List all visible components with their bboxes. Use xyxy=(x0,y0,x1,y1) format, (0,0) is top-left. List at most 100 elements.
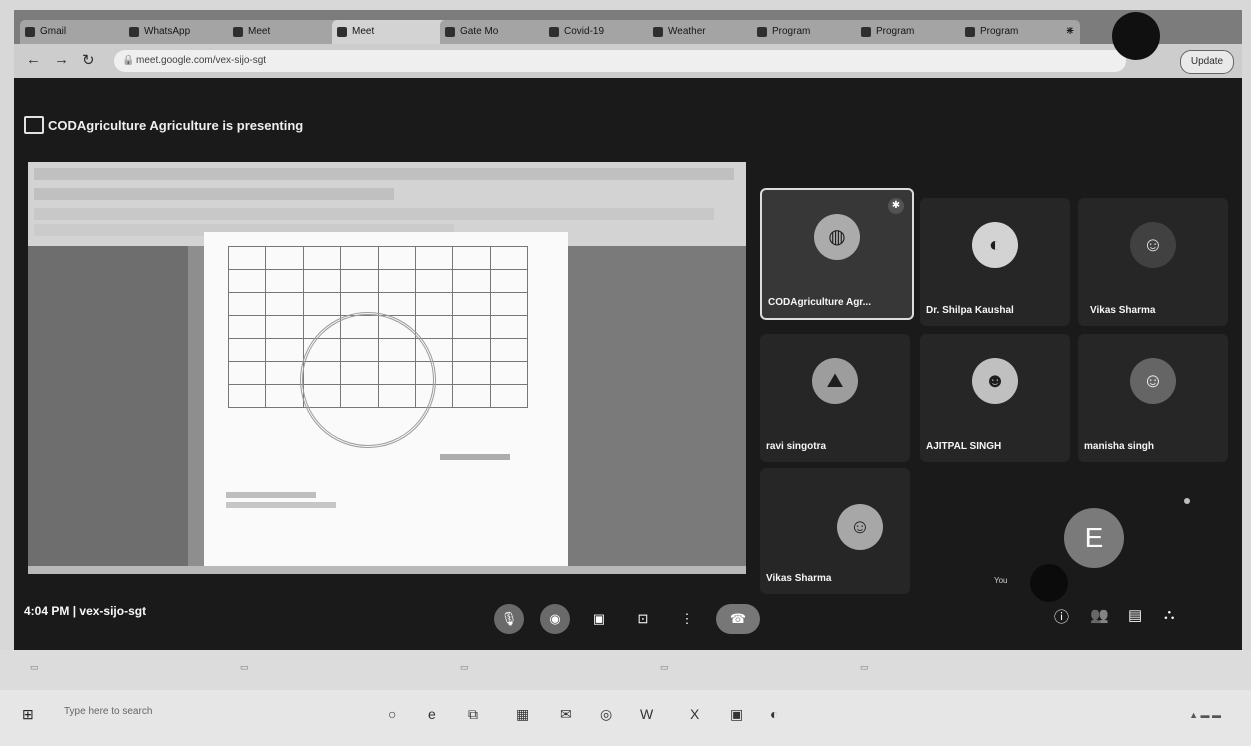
presenting-banner: CODAgriculture Agriculture is presenting xyxy=(48,118,304,133)
meet-stage: CODAgriculture Agriculture is presenting xyxy=(14,78,1242,650)
present-button[interactable]: ⊡ xyxy=(628,604,658,634)
browser-tab[interactable]: Covid-19 ✕ xyxy=(544,20,664,44)
browser-tab[interactable]: WhatsApp ✕ xyxy=(124,20,244,44)
people-icon[interactable]: 👥 xyxy=(1090,606,1109,624)
taskbar-window-item[interactable]: ▭ xyxy=(660,662,669,673)
participant-tile[interactable]: ☺ manisha singh xyxy=(1078,334,1228,462)
avatar: ◐ xyxy=(972,222,1018,268)
tab-favicon-icon xyxy=(129,27,139,37)
profile-avatar[interactable] xyxy=(1112,12,1160,60)
reload-icon[interactable]: ↻ xyxy=(82,51,95,69)
self-label: You xyxy=(994,576,1008,585)
avatar: ☺ xyxy=(837,504,883,550)
taskbar-window-item[interactable]: ▭ xyxy=(240,662,249,673)
back-icon[interactable]: ← xyxy=(26,51,41,68)
info-icon[interactable]: ⓘ xyxy=(1054,606,1069,627)
document-note xyxy=(226,502,336,508)
file-explorer-icon[interactable]: ▦ xyxy=(516,706,529,723)
document-note xyxy=(226,492,316,498)
more-options-icon[interactable] xyxy=(1184,498,1190,504)
mic-icon: 🎙 xyxy=(500,611,518,626)
taskbar-window-item[interactable]: ▭ xyxy=(30,662,39,673)
chrome-icon[interactable]: ◎ xyxy=(600,706,612,723)
mail-icon[interactable]: ✉ xyxy=(560,706,572,723)
tab-favicon-icon xyxy=(445,27,455,37)
participant-name: ravi singotra xyxy=(766,441,827,452)
tab-favicon-icon xyxy=(861,27,871,37)
screen: Gmail ✕ WhatsApp ✕ Meet ✕ Meet ✕ Gate Mo… xyxy=(14,10,1242,650)
browser-tab[interactable]: Program ✕ xyxy=(752,20,872,44)
app-icon[interactable]: ▣ xyxy=(730,706,743,723)
participant-tile[interactable]: ◐ Dr. Shilpa Kaushal xyxy=(920,198,1070,326)
avatar: ◍ xyxy=(814,214,860,260)
browser-tab-active[interactable]: Meet ✕ xyxy=(332,20,456,44)
avatar: ☺ xyxy=(1130,222,1176,268)
address-bar[interactable]: 🔒 meet.google.com/vex-sijo-sgt xyxy=(114,50,1126,72)
participant-tile[interactable]: ☺ Vikas Sharma xyxy=(760,468,910,594)
meeting-time: 4:04 PM xyxy=(24,604,70,618)
browser-tab[interactable]: Gate Mo ✕ xyxy=(440,20,560,44)
end-call-button[interactable]: ☎ xyxy=(716,604,760,634)
avatar: ☺ xyxy=(1130,358,1176,404)
participant-name: Dr. Shilpa Kaushal xyxy=(926,305,1014,316)
self-video-preview xyxy=(1030,564,1068,602)
tab-favicon-icon xyxy=(233,27,243,37)
taskbar-window-item[interactable]: ▭ xyxy=(860,662,869,673)
captions-button[interactable]: ▣ xyxy=(584,604,614,634)
participant-name: manisha singh xyxy=(1084,441,1155,452)
self-avatar: E xyxy=(1064,508,1124,568)
browser-tab[interactable]: Meet ✕ xyxy=(228,20,348,44)
browser-tab[interactable]: Program ✕ xyxy=(856,20,976,44)
present-icon: ⊡ xyxy=(637,611,649,626)
presentation-icon xyxy=(24,116,44,134)
camera-button[interactable]: ◉ xyxy=(540,604,570,634)
end-call-icon: ☎ xyxy=(729,611,747,626)
system-tray[interactable]: ▲ ▬ ▬ xyxy=(1189,710,1221,720)
participant-tile[interactable]: ⛰ ravi singotra xyxy=(760,334,910,462)
pin-icon[interactable]: ✱ xyxy=(888,198,904,214)
camera-icon: ◉ xyxy=(549,611,561,626)
task-view-icon[interactable]: ⧉ xyxy=(468,706,478,723)
document-margin-right xyxy=(568,246,746,574)
tab-favicon-icon xyxy=(549,27,559,37)
more-options-icon: ⋮ xyxy=(680,611,694,626)
taskbar-window-item[interactable]: ▭ xyxy=(460,662,469,673)
participant-tile[interactable]: ☺ Vikas Sharma xyxy=(1078,198,1228,326)
more-options-button[interactable]: ⋮ xyxy=(672,604,702,634)
meeting-code: vex-sijo-sgt xyxy=(79,604,147,618)
mic-button[interactable]: 🎙 xyxy=(494,604,524,634)
activities-icon[interactable]: ⛬ xyxy=(1164,606,1175,623)
tab-favicon-icon xyxy=(25,27,35,37)
forward-icon[interactable]: → xyxy=(54,51,69,68)
participant-name: CODAgriculture Agr... xyxy=(768,297,871,308)
tab-favicon-icon xyxy=(757,27,767,37)
meeting-info-separator: | xyxy=(72,604,77,618)
document-margin-left xyxy=(28,246,188,574)
chat-icon[interactable]: ▤ xyxy=(1128,606,1142,624)
browser-tab[interactable]: Gmail ✕ xyxy=(20,20,140,44)
new-tab-icon[interactable]: + xyxy=(1066,22,1074,38)
participant-tile[interactable]: ☻ AJITPAL SINGH xyxy=(920,334,1070,462)
update-button[interactable]: Update xyxy=(1180,50,1234,74)
browser-tab[interactable]: Program ✕ xyxy=(960,20,1080,44)
tab-favicon-icon xyxy=(653,27,663,37)
participant-tile-pinned[interactable]: ✱ ◍ CODAgriculture Agr... xyxy=(760,188,914,320)
windows-start-icon[interactable]: ⊞ xyxy=(22,706,34,723)
taskbar-search[interactable]: Type here to search xyxy=(64,706,152,717)
cortana-icon[interactable]: ○ xyxy=(388,706,396,722)
browser-tabstrip: Gmail ✕ WhatsApp ✕ Meet ✕ Meet ✕ Gate Mo… xyxy=(14,10,1242,44)
edge-icon[interactable]: e xyxy=(428,706,436,722)
taskbar-previews: ▭ ▭ ▭ ▭ ▭ xyxy=(0,650,1251,690)
participant-name: Vikas Sharma xyxy=(1090,305,1156,316)
captions-icon: ▣ xyxy=(592,611,606,626)
tab-favicon-icon xyxy=(337,27,347,37)
excel-icon[interactable]: X xyxy=(690,706,699,722)
lock-icon: 🔒 xyxy=(122,55,135,66)
word-icon[interactable]: W xyxy=(640,706,653,722)
participant-name: Vikas Sharma xyxy=(766,573,832,584)
browser-tab[interactable]: Weather ✕ xyxy=(648,20,768,44)
browser-icon[interactable]: ◐ xyxy=(770,706,778,722)
windows-taskbar: ⊞ Type here to search ○ e ⧉ ▦ ✉ ◎ W X ▣ … xyxy=(0,690,1251,746)
shared-screen xyxy=(28,162,746,574)
signature-line xyxy=(440,454,510,460)
